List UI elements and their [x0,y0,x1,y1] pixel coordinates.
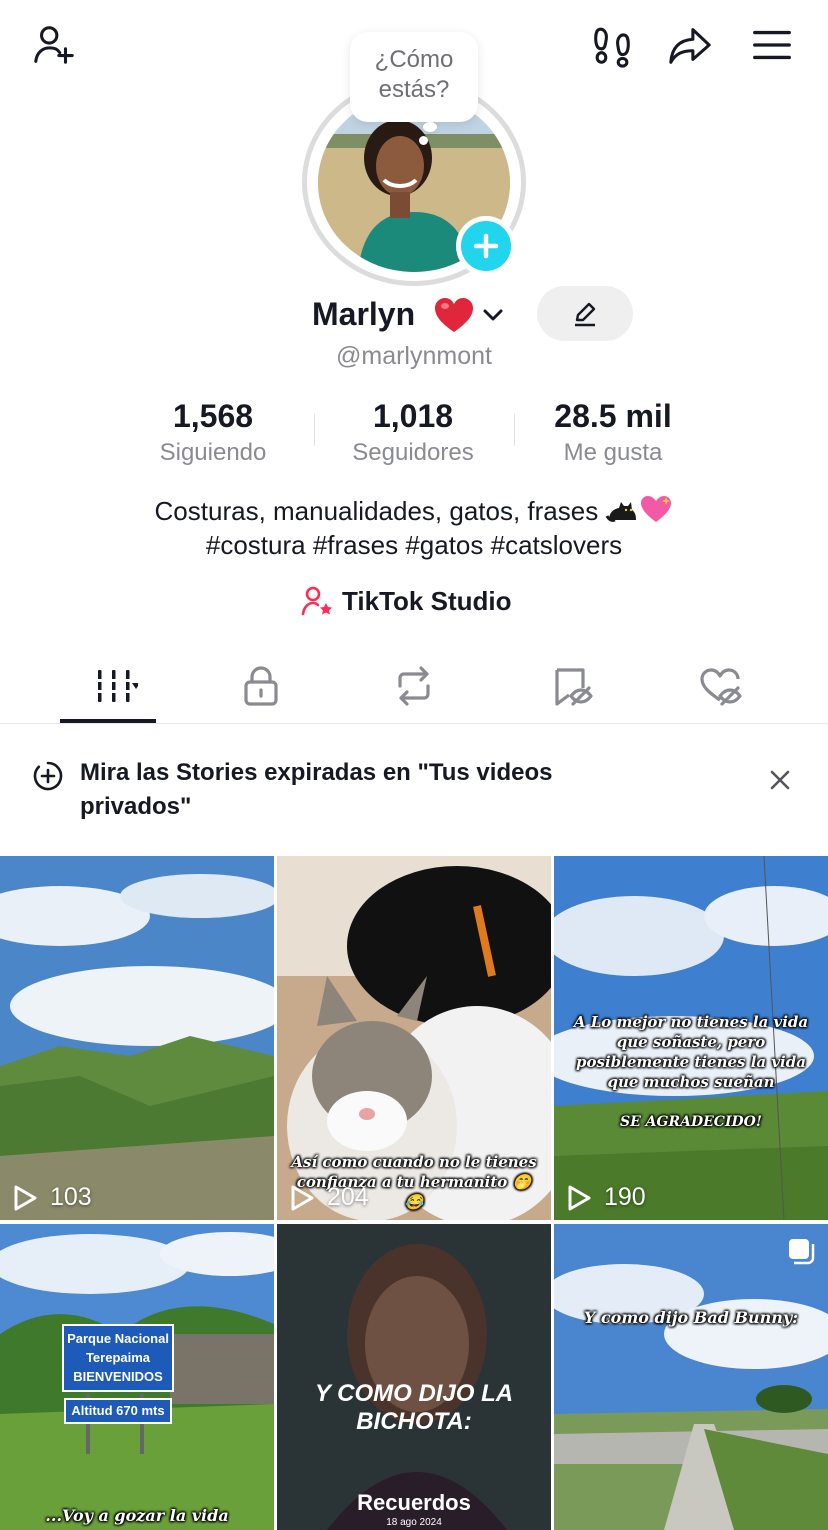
person-star-icon [301,586,332,616]
video-thumbnail[interactable]: 103 [0,856,274,1220]
pencil-icon [575,302,596,326]
heart-emoji-icon [435,298,473,332]
stat-value: 1,018 [372,398,454,434]
add-friend-icon[interactable] [30,22,78,68]
status-bubble[interactable]: ¿Cómo estás? [350,32,478,122]
bio-line-2: #costura #frases #gatos #catslovers [205,530,623,560]
edit-profile-button[interactable] [537,286,633,341]
close-icon[interactable] [766,766,794,794]
profile-handle: @marlynmont [336,342,492,370]
view-count-value: 204 [327,1183,369,1211]
grid-lines-icon [94,670,138,702]
stat-label: Siguiendo [159,439,267,466]
altitude-sign: Altitud 670 mts [64,1398,172,1424]
tiktok-studio-link[interactable]: TikTok Studio [300,582,511,620]
notice-text: Mira las Stories expiradas en "Tus video… [80,759,553,820]
view-count-value: 190 [604,1183,646,1211]
video-thumbnail[interactable]: Así como cuando no le tienes confianza a… [277,856,551,1220]
story-plus-icon [33,761,63,791]
stat-value: 1,568 [172,398,254,434]
play-icon [568,1185,591,1210]
video-caption: ...Voy a gozar la vida [45,1506,229,1525]
chevron-down-icon[interactable] [480,302,506,328]
active-tab-indicator [60,719,156,723]
repost-icon [398,666,430,706]
video-thumbnail[interactable]: Y COMO DIJO LA BICHOTA: Recuerdos 18 ago… [277,1224,551,1530]
bio-line-1: Costuras, manualidades, gatos, frases [0,494,828,528]
multi-image-icon [789,1239,815,1265]
share-icon[interactable] [666,22,714,68]
bookmark-hidden-icon [555,668,593,706]
tab-favorites[interactable] [548,650,594,722]
bubble-tail [423,122,437,132]
stat-value: 28.5 mil [554,398,672,434]
stat-label: Me gusta [563,439,663,466]
view-count: 103 [12,1183,92,1212]
view-count: 190 [566,1183,646,1212]
view-count-value: 103 [50,1183,92,1211]
video-caption-secondary: Recuerdos [357,1490,471,1515]
thumbnail-image [277,1224,551,1530]
heart-hidden-icon [700,668,742,706]
video-caption: Y COMO DIJO LA BICHOTA: [314,1380,514,1435]
lock-icon [244,666,278,706]
bio-text: Costuras, manualidades, gatos, frases [154,496,599,526]
tab-videos[interactable] [60,650,156,722]
view-count: 204 [289,1183,369,1212]
video-thumbnail[interactable]: Parque Nacional Terepaima BIENVENIDOS Al… [0,1224,274,1530]
tab-private[interactable] [238,650,284,722]
thumbnail-image [554,1224,828,1530]
stat-label: Seguidores [352,439,474,466]
video-grid: 103 Así como cuando no le tienes confian… [0,856,828,1530]
video-thumbnail[interactable]: Y como dijo Bad Bunny: [554,1224,828,1530]
video-caption-secondary: SE AGRADECIDO! [620,1114,762,1130]
video-caption: Y como dijo Bad Bunny: [583,1308,799,1327]
stat-likes[interactable]: 28.5 mil Me gusta [513,396,713,470]
bubble-tail [419,136,428,145]
stat-followers[interactable]: 1,018 Seguidores [313,396,513,470]
tiktok-studio-label: TikTok Studio [342,585,512,616]
black-cat-emoji-icon [606,502,637,522]
profile-tabs [0,650,828,724]
thumbnail-image [0,856,274,1220]
footprints-icon[interactable] [588,22,636,68]
video-date: 18 ago 2024 [386,1517,442,1528]
menu-icon[interactable] [748,22,796,68]
play-icon [14,1185,37,1210]
profile-bio: Costuras, manualidades, gatos, frases #c… [0,494,828,562]
add-story-button[interactable] [456,216,516,276]
tab-reposts[interactable] [391,650,437,722]
profile-name: Marlyn [312,296,416,332]
video-caption: A Lo mejor no tienes la vida que soñaste… [573,1013,809,1091]
sparkling-heart-emoji-icon [641,496,672,522]
tab-liked[interactable] [697,650,743,722]
status-bubble-text: ¿Cómo estás? [374,46,454,103]
video-thumbnail[interactable]: A Lo mejor no tienes la vida que soñaste… [554,856,828,1220]
name-row: Marlyn [0,292,828,336]
park-sign: Parque Nacional Terepaima BIENVENIDOS [62,1324,174,1392]
play-icon [291,1185,314,1210]
stat-following[interactable]: 1,568 Siguiendo [113,396,313,470]
expired-stories-notice[interactable]: Mira las Stories expiradas en "Tus video… [32,756,812,836]
